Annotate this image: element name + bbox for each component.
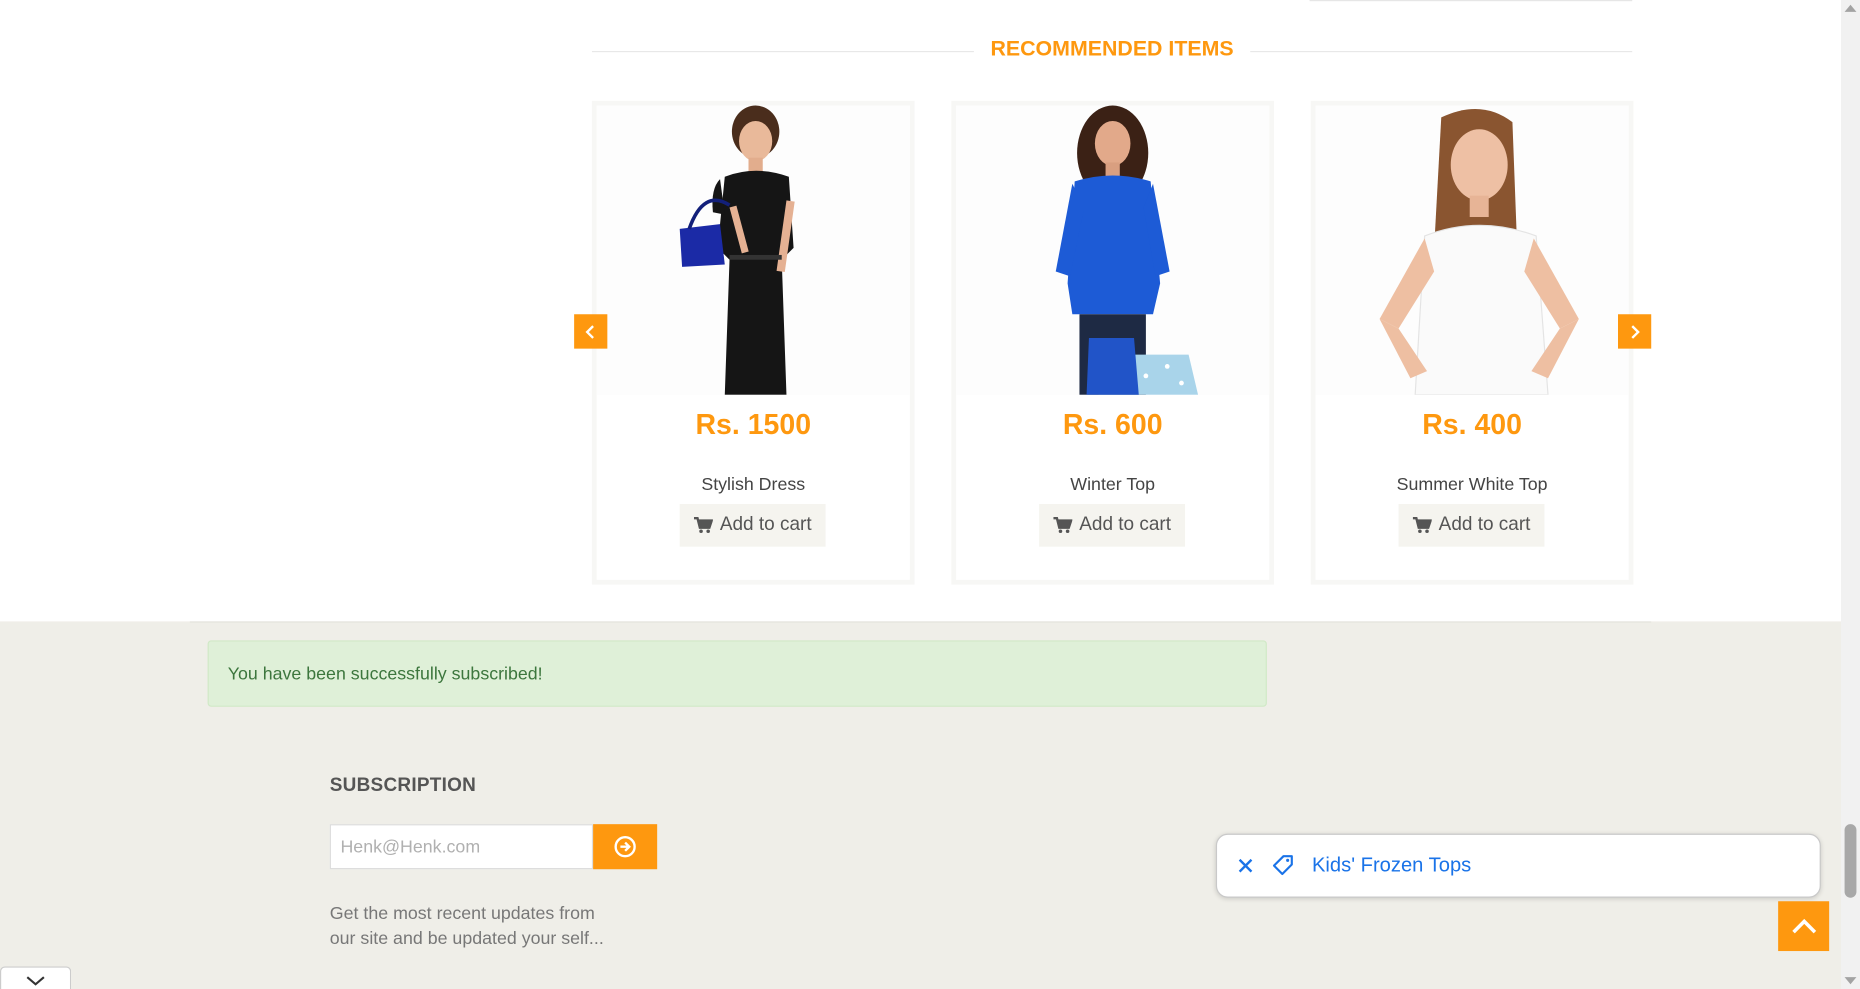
scroll-down-arrow[interactable]: [1844, 977, 1857, 985]
divider: [1309, 0, 1633, 2]
arrow-circle-right-icon: [614, 836, 636, 858]
tag-icon: [1272, 855, 1293, 876]
chip-label[interactable]: Kids' Frozen Tops: [1312, 854, 1471, 878]
recommended-header: RECOMMENDED ITEMS: [591, 33, 1633, 69]
chevron-right-icon: [1631, 324, 1640, 339]
product-card: Rs. 600 Winter Top Add to cart: [951, 100, 1275, 585]
scroll-to-top-button[interactable]: [1778, 901, 1830, 952]
product-image: [956, 105, 1270, 395]
add-to-cart-button[interactable]: Add to cart: [679, 503, 826, 547]
close-icon[interactable]: [1236, 856, 1255, 875]
product-image: [1315, 105, 1629, 395]
product-card: Rs. 1500 Stylish Dress Add to cart: [591, 100, 915, 585]
subscription-title: SUBSCRIPTION: [329, 775, 477, 796]
product-name: Summer White Top: [1396, 474, 1548, 495]
product-card: Rs. 400 Summer White Top Add to cart: [1310, 100, 1634, 585]
subscribe-button[interactable]: [593, 824, 658, 870]
add-to-cart-label: Add to cart: [1438, 514, 1531, 535]
success-alert: You have been successfully subscribed!: [207, 640, 1267, 707]
product-name: Stylish Dress: [701, 474, 806, 495]
chevron-left-icon: [585, 324, 594, 339]
subscribe-email-input[interactable]: [329, 824, 594, 870]
add-to-cart-label: Add to cart: [1079, 514, 1172, 535]
carousel-next-button[interactable]: [1618, 314, 1652, 349]
product-price: Rs. 600: [1062, 409, 1163, 442]
add-to-cart-label: Add to cart: [719, 514, 812, 535]
product-price: Rs. 400: [1422, 409, 1522, 442]
subscription-description: Get the most recent updates from our sit…: [329, 903, 604, 949]
divider: [189, 621, 1652, 623]
carousel-prev-button[interactable]: [574, 314, 608, 349]
chevron-down-icon: [26, 976, 45, 986]
product-name: Winter Top: [1070, 474, 1156, 495]
page: RECOMMENDED ITEMS Rs. 1500 Stylish Dress: [0, 0, 1860, 989]
scrollbar[interactable]: [1841, 0, 1860, 989]
scrollbar-thumb[interactable]: [1844, 824, 1857, 898]
recommended-title: RECOMMENDED ITEMS: [990, 36, 1234, 61]
product-price: Rs. 1500: [695, 409, 812, 442]
cart-icon: [1412, 517, 1432, 534]
product-image: [596, 105, 910, 395]
chevron-up-icon: [1791, 918, 1816, 934]
collapse-tab[interactable]: [0, 966, 72, 989]
scroll-up-arrow[interactable]: [1844, 4, 1857, 12]
search-suggestion-chip[interactable]: Kids' Frozen Tops: [1215, 833, 1821, 898]
add-to-cart-button[interactable]: Add to cart: [1039, 503, 1186, 547]
cart-icon: [693, 517, 713, 534]
add-to-cart-button[interactable]: Add to cart: [1398, 503, 1545, 547]
cart-icon: [1053, 517, 1073, 534]
